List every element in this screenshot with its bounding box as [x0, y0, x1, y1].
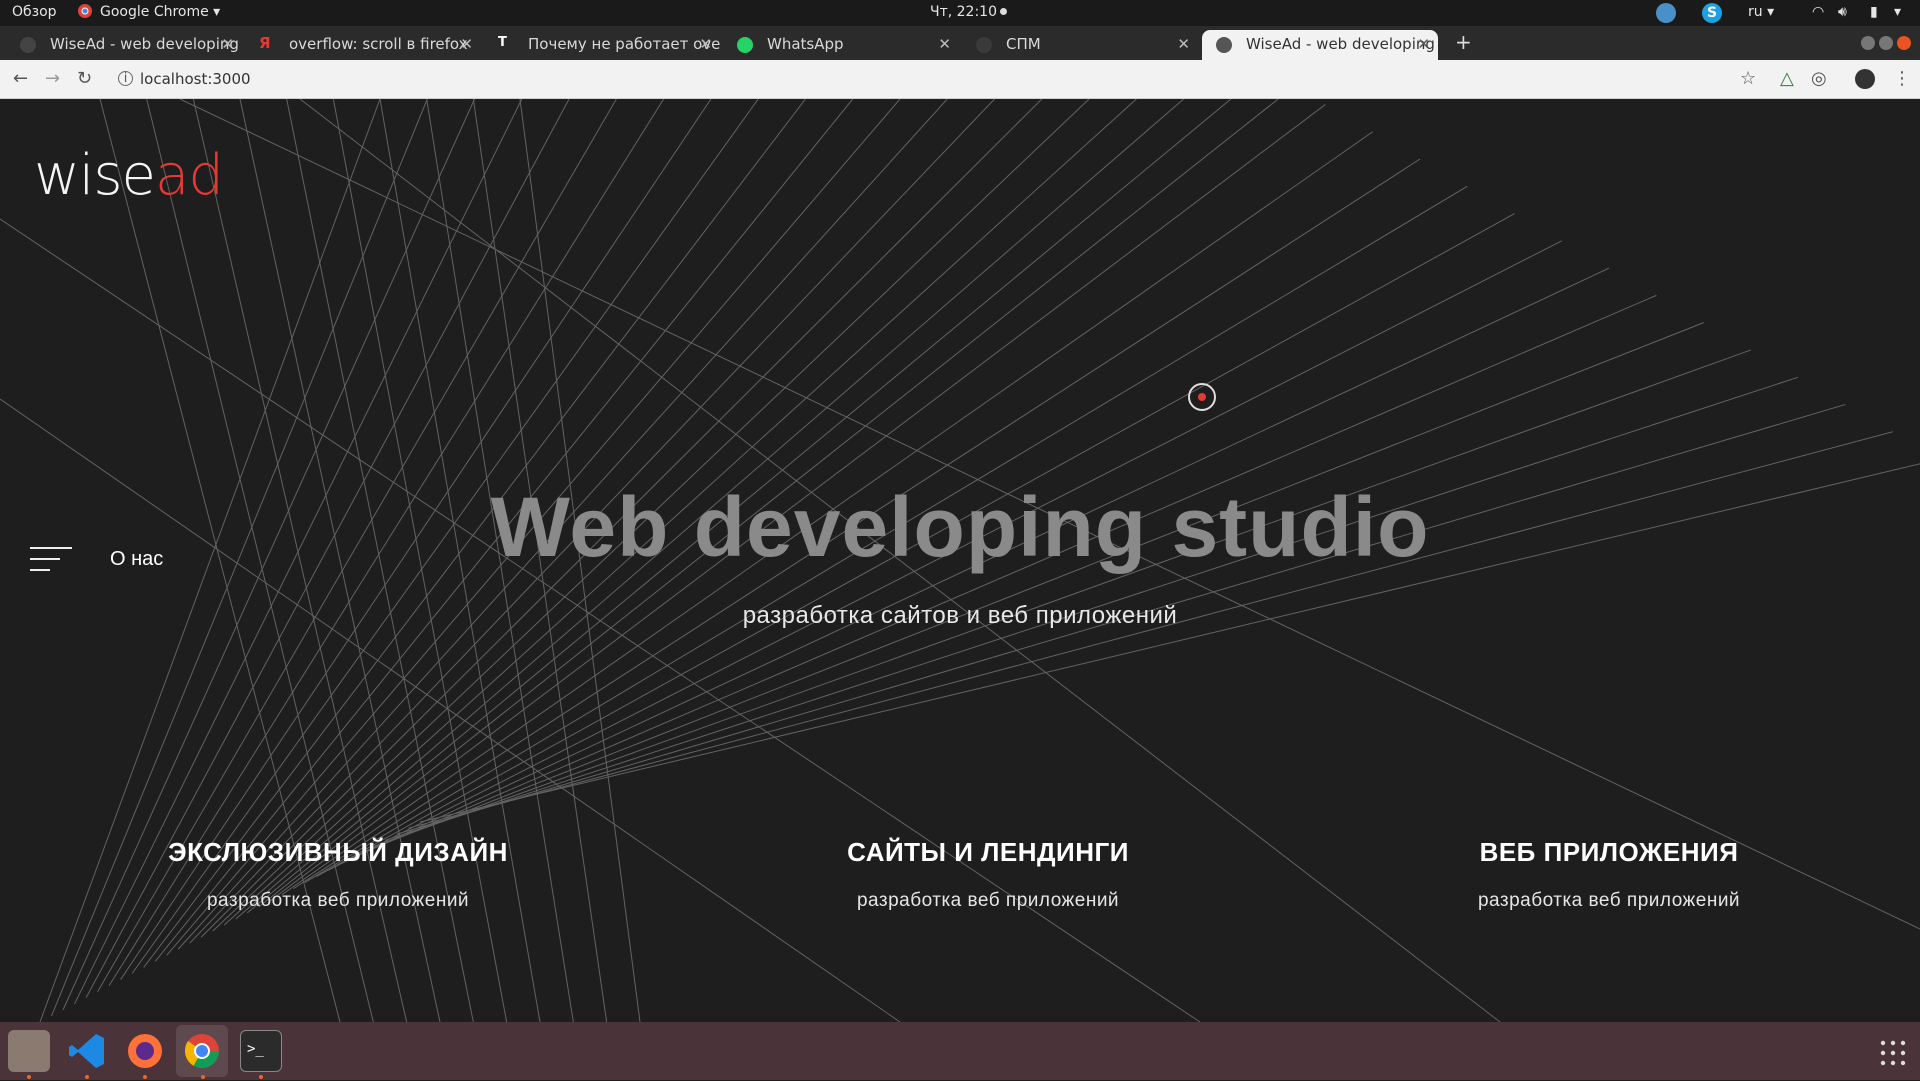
reload-icon[interactable]: ↻ — [77, 68, 92, 89]
app-name: Google Chrome — [100, 4, 209, 20]
skype-icon[interactable]: S — [1702, 3, 1722, 23]
page-content: wisead О нас Web developing studio разра… — [0, 99, 1920, 1022]
hero-subtitle: разработка сайтов и веб приложений — [742, 602, 1178, 629]
tab-wisead-active[interactable]: WiseAd - web developing ✕ — [1202, 30, 1438, 60]
tab-wisead-1[interactable]: WiseAd - web developing ✕ — [6, 30, 242, 60]
close-icon[interactable]: ✕ — [938, 35, 951, 53]
yandex-icon: Я — [259, 34, 271, 52]
vue-devtools-icon[interactable]: △ — [1780, 68, 1794, 89]
custom-cursor-icon — [1188, 383, 1216, 411]
wifi-icon[interactable]: ◠ — [1812, 4, 1824, 20]
chrome-icon[interactable] — [176, 1025, 228, 1077]
extension-icon[interactable]: ◎ — [1811, 68, 1827, 89]
chrome-app-icon — [78, 4, 92, 22]
tab-label: WiseAd - web developing — [50, 35, 239, 53]
wisead-logo[interactable]: wisead — [34, 143, 224, 208]
close-icon[interactable]: ✕ — [699, 35, 712, 53]
close-icon[interactable]: ✕ — [1417, 35, 1430, 53]
close-icon[interactable]: ✕ — [221, 35, 234, 53]
feature-webapps: ВЕБ ПРИЛОЖЕНИЯ разработка веб приложений — [1309, 837, 1909, 912]
maximize-icon[interactable] — [1879, 36, 1893, 50]
url-field[interactable]: localhost:3000 — [140, 70, 251, 88]
feature-description: разработка веб приложений — [1477, 890, 1741, 911]
tab-label: overflow: scroll в firefox — [289, 35, 468, 53]
tab-label: WiseAd - web developing — [1246, 35, 1435, 53]
window-close-icon[interactable] — [1897, 36, 1911, 50]
tab-strip: WiseAd - web developing ✕ Я overflow: sc… — [0, 26, 1920, 60]
close-icon[interactable]: ✕ — [1177, 35, 1190, 53]
tab-spm[interactable]: СПМ ✕ — [962, 30, 1198, 60]
tab-label: WhatsApp — [767, 35, 844, 53]
tray-app-icon[interactable] — [1656, 3, 1676, 23]
feature-description: разработка веб приложений — [856, 890, 1120, 911]
terminal-icon[interactable]: >_ — [240, 1030, 282, 1072]
feature-title: САЙТЫ И ЛЕНДИНГИ — [847, 837, 1129, 867]
vscode-icon[interactable] — [66, 1030, 108, 1072]
files-icon[interactable] — [8, 1030, 50, 1072]
toster-icon: T — [498, 35, 514, 51]
running-indicator — [259, 1075, 263, 1079]
whatsapp-icon — [737, 37, 753, 53]
address-bar: ← → ↻ i localhost:3000 ☆ △ ◎ ⋮ — [0, 60, 1920, 99]
feature-title: ВЕБ ПРИЛОЖЕНИЯ — [1479, 837, 1739, 867]
overview-button[interactable]: Обзор — [12, 4, 57, 20]
tab-toster[interactable]: T Почему не работает over ✕ — [484, 30, 720, 60]
feature-sites: САЙТЫ И ЛЕНДИНГИ разработка веб приложен… — [688, 837, 1288, 912]
chrome-menu-icon[interactable]: ⋮ — [1893, 68, 1911, 89]
feature-description: разработка веб приложений — [206, 890, 470, 911]
back-icon[interactable]: ← — [13, 68, 28, 89]
clock[interactable]: Чт, 22:10 — [930, 4, 997, 20]
notification-dot-icon — [1000, 8, 1007, 15]
battery-icon[interactable]: ▮ — [1870, 4, 1878, 20]
tab-yandex[interactable]: Я overflow: scroll в firefox ✕ — [245, 30, 481, 60]
show-apps-grid-icon[interactable] — [1880, 1040, 1906, 1066]
bookmark-star-icon[interactable]: ☆ — [1740, 68, 1756, 89]
running-indicator — [27, 1075, 31, 1079]
dock: >_ — [0, 1022, 1920, 1080]
tab-label: СПМ — [1006, 35, 1041, 53]
avatar[interactable] — [1855, 69, 1875, 89]
globe-icon — [20, 37, 36, 53]
system-menu-chevron-icon[interactable]: ▾ — [1894, 4, 1901, 20]
feature-title: ЭКСЛЮЗИВНЫЙ ДИЗАЙН — [168, 837, 508, 867]
minimize-icon[interactable] — [1861, 36, 1875, 50]
language-label: ru — [1748, 4, 1763, 20]
system-top-bar: Обзор Google Chrome ▾ Чт, 22:10 S ru ▾ ◠… — [0, 0, 1920, 26]
logo-text-white: wise — [34, 143, 156, 208]
running-indicator — [143, 1075, 147, 1079]
forward-icon[interactable]: → — [45, 68, 60, 89]
hero-title: Web developing studio — [490, 480, 1430, 574]
tab-label: Почему не работает over — [528, 35, 720, 53]
app-menu-button[interactable]: Google Chrome ▾ — [100, 4, 220, 20]
logo-text-red: ad — [155, 143, 224, 208]
new-tab-button[interactable]: + — [1455, 30, 1472, 54]
info-icon[interactable]: i — [118, 71, 133, 86]
firefox-icon[interactable] — [124, 1030, 166, 1072]
running-indicator — [85, 1075, 89, 1079]
tab-whatsapp[interactable]: WhatsApp ✕ — [723, 30, 959, 60]
feature-design: ЭКСЛЮЗИВНЫЙ ДИЗАЙН разработка веб прилож… — [38, 837, 638, 912]
close-icon[interactable]: ✕ — [460, 35, 473, 53]
language-indicator[interactable]: ru ▾ — [1748, 4, 1774, 20]
page-icon — [976, 37, 992, 53]
globe-icon — [1216, 37, 1232, 53]
volume-icon[interactable]: 🔊︎ — [1838, 4, 1847, 20]
running-indicator — [201, 1075, 205, 1079]
